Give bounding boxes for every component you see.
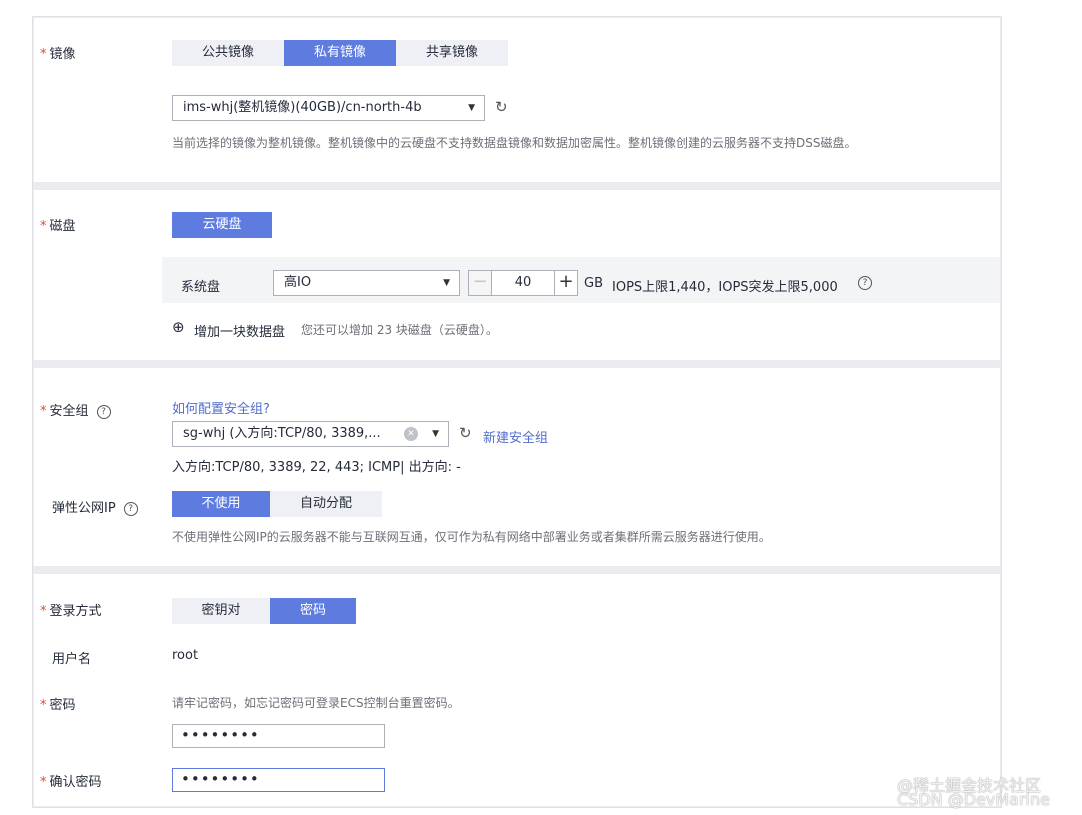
iops-info: IOPS上限1,440，IOPS突发上限5,000: [612, 280, 838, 295]
tab-private-image[interactable]: 私有镜像: [284, 40, 396, 66]
help-icon[interactable]: ?: [123, 502, 138, 516]
disk-type-value: 高IO: [284, 275, 312, 290]
tab-shared-image[interactable]: 共享镜像: [396, 40, 508, 66]
login-method-options: 密钥对 密码: [172, 598, 356, 624]
security-rules-summary: 入方向:TCP/80, 3389, 22, 443; ICMP| 出方向: -: [172, 460, 461, 475]
confirm-password-label: * 确认密码: [40, 775, 102, 790]
image-label: * 镜像: [40, 47, 76, 62]
add-data-disk-link[interactable]: 增加一块数据盘: [194, 321, 285, 340]
chevron-down-icon: ▼: [432, 429, 439, 439]
password-input[interactable]: ••••••••: [172, 724, 385, 748]
required-mark: *: [40, 698, 47, 713]
tab-public-image[interactable]: 公共镜像: [172, 40, 284, 66]
image-select-value: ims-whj(整机镜像)(40GB)/cn-north-4b: [183, 100, 422, 115]
help-icon[interactable]: ?: [96, 405, 111, 419]
refresh-icon[interactable]: ↻: [495, 98, 508, 116]
eip-label: 弹性公网IP?: [52, 497, 138, 516]
watermark-line-2: CSDN @DevMarine: [897, 790, 1050, 809]
decrease-size-button[interactable]: −: [468, 270, 492, 296]
required-mark: *: [40, 47, 47, 62]
clear-icon[interactable]: ✕: [404, 427, 418, 441]
image-select[interactable]: ims-whj(整机镜像)(40GB)/cn-north-4b ▼: [172, 95, 485, 121]
username-label: 用户名: [52, 652, 92, 667]
required-mark: *: [40, 604, 47, 619]
eip-option-none[interactable]: 不使用: [172, 491, 270, 517]
confirm-password-input[interactable]: ••••••••: [172, 768, 385, 792]
system-disk-label: 系统盘: [181, 280, 221, 295]
security-group-label: * 安全组?: [40, 400, 111, 419]
image-type-tabs: 公共镜像 私有镜像 共享镜像: [172, 40, 508, 66]
login-section: * 登录方式 密钥对 密码 用户名 root * 密码 请牢记密码，如忘记密码可登录…: [34, 574, 1000, 806]
disk-size-input[interactable]: 40: [492, 270, 554, 296]
eip-option-auto[interactable]: 自动分配: [270, 491, 382, 517]
login-method-label: * 登录方式: [40, 604, 102, 619]
disk-size-unit: GB: [584, 276, 603, 291]
add-disk-hint: 您还可以增加 23 块磁盘（云硬盘）。: [301, 323, 498, 337]
password-hint: 请牢记密码，如忘记密码可登录ECS控制台重置密码。: [172, 696, 460, 710]
disk-label: * 磁盘: [40, 219, 76, 234]
help-icon[interactable]: ?: [858, 276, 872, 290]
image-hint: 当前选择的镜像为整机镜像。整机镜像中的云硬盘不支持数据盘镜像和数据加密属性。整机…: [172, 136, 857, 150]
password-label: * 密码: [40, 698, 76, 713]
security-group-select[interactable]: sg-whj (入方向:TCP/80, 3389,... ✕ ▼: [172, 421, 449, 447]
add-icon[interactable]: ⊕: [172, 318, 185, 336]
how-to-configure-link[interactable]: 如何配置安全组?: [172, 398, 270, 417]
tab-cloud-disk[interactable]: 云硬盘: [172, 212, 272, 238]
chevron-down-icon: ▼: [443, 278, 450, 288]
disk-type-tabs: 云硬盘: [172, 212, 272, 238]
new-security-group-link[interactable]: 新建安全组: [483, 427, 548, 446]
image-section: * 镜像 公共镜像 私有镜像 共享镜像 ims-whj(整机镜像)(40GB)/c…: [34, 18, 1000, 182]
required-mark: *: [40, 404, 47, 419]
login-option-password[interactable]: 密码: [270, 598, 356, 624]
security-group-value: sg-whj (入方向:TCP/80, 3389,...: [183, 426, 381, 441]
increase-size-button[interactable]: +: [554, 270, 578, 296]
disk-type-select[interactable]: 高IO ▼: [273, 270, 460, 296]
security-section: * 安全组? 如何配置安全组? sg-whj (入方向:TCP/80, 3389,…: [34, 368, 1000, 566]
required-mark: *: [40, 775, 47, 790]
required-mark: *: [40, 219, 47, 234]
username-value: root: [172, 648, 199, 663]
chevron-down-icon: ▼: [468, 103, 475, 113]
eip-options: 不使用 自动分配: [172, 491, 382, 517]
login-option-keypair[interactable]: 密钥对: [172, 598, 270, 624]
disk-section: * 磁盘 云硬盘 系统盘 高IO ▼ − 40 + GB IOPS上限1,440，…: [34, 190, 1000, 360]
eip-hint: 不使用弹性公网IP的云服务器不能与互联网互通，仅可作为私有网络中部署业务或者集群…: [172, 530, 771, 544]
refresh-icon[interactable]: ↻: [459, 424, 472, 442]
